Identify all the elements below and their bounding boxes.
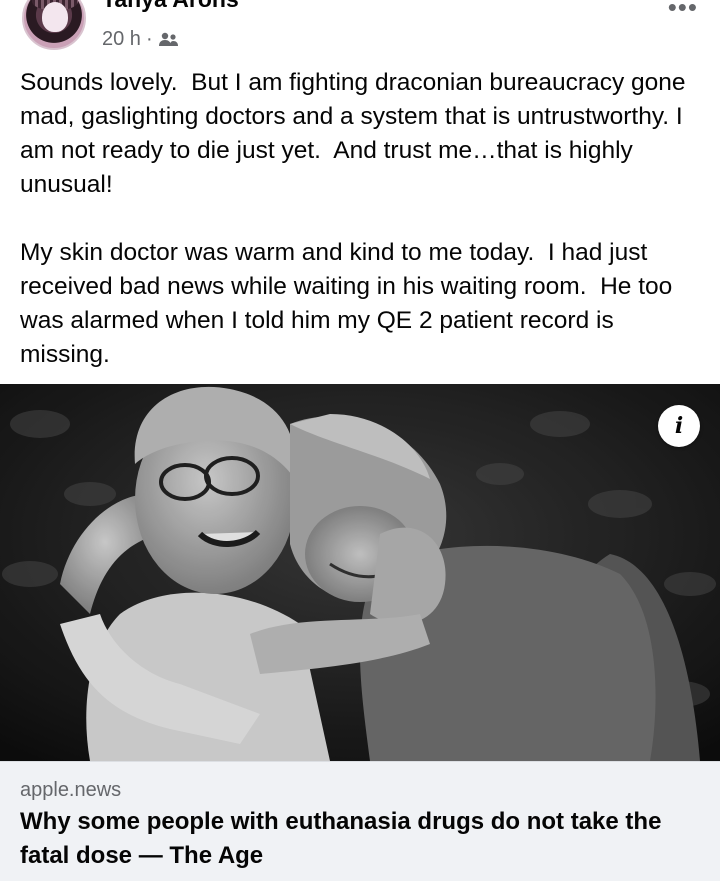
link-domain: apple.news: [20, 779, 122, 801]
link-preview-card[interactable]: apple.news Why some people with euthanas…: [0, 761, 720, 881]
post-meta: 20 h ·: [102, 27, 180, 51]
post-time[interactable]: 20 h: [102, 28, 141, 51]
author-avatar[interactable]: [22, 0, 86, 50]
friends-icon[interactable]: [158, 31, 180, 47]
link-title[interactable]: Why some people with euthanasia drugs do…: [20, 805, 710, 873]
author-name[interactable]: Tanya Arons: [102, 0, 239, 13]
more-options-icon[interactable]: •••: [668, 0, 698, 23]
link-preview-photo[interactable]: [0, 384, 720, 761]
post-header: Tanya Arons 20 h · •••: [0, 0, 720, 60]
post-text: Sounds lovely. But I am fighting draconi…: [20, 69, 686, 368]
meta-separator: ·: [145, 27, 153, 50]
avatar-face: [42, 2, 68, 32]
info-icon[interactable]: i: [658, 405, 700, 447]
